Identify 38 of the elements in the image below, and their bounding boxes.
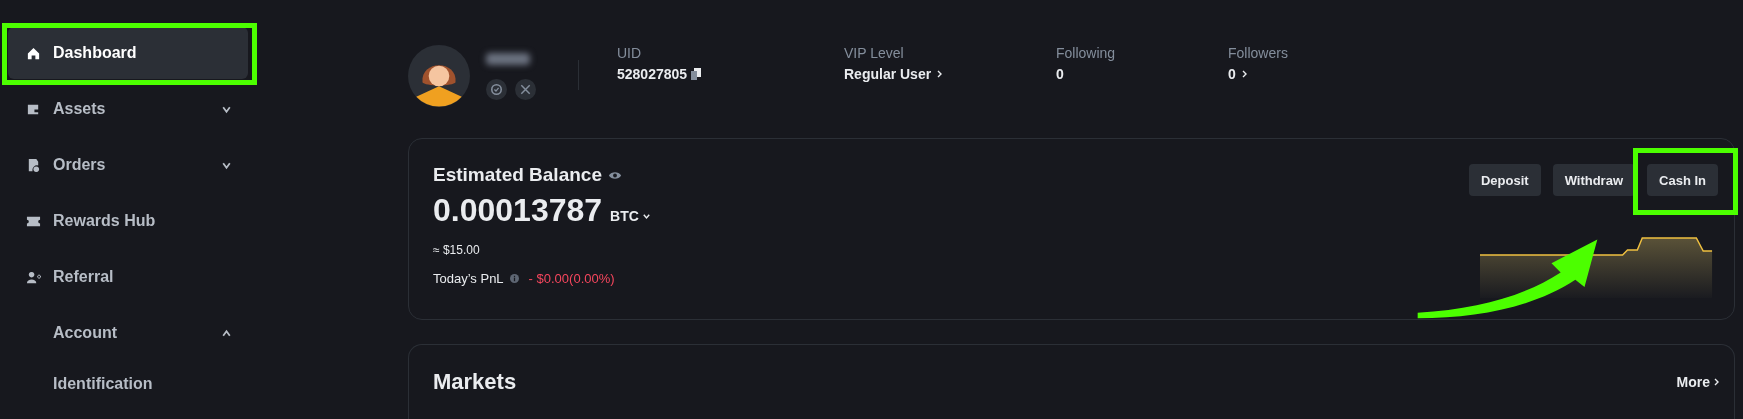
eye-icon[interactable] — [607, 170, 622, 180]
avatar-icon — [408, 45, 470, 107]
stat-label: VIP Level — [844, 45, 905, 61]
stat-label: Followers — [1228, 45, 1288, 61]
sidebar-item[interactable]: Rewards Hub — [8, 195, 248, 247]
action-button[interactable]: Withdraw — [1552, 164, 1636, 197]
sidebar-item[interactable]: Orders — [8, 139, 248, 191]
sidebar-subitem[interactable]: Identification — [8, 363, 248, 405]
balance-title: Estimated Balance — [433, 164, 602, 187]
action-button[interactable]: Deposit — [1468, 164, 1541, 197]
sidebar-item[interactable]: Assets — [8, 83, 248, 135]
sidebar-item[interactable]: Dashboard — [8, 27, 248, 79]
user-plus-icon — [26, 269, 41, 285]
home-icon — [26, 45, 41, 61]
more-link[interactable]: More — [1676, 373, 1722, 390]
copy-icon[interactable] — [691, 68, 702, 80]
pnl-label: Today’s PnL — [433, 271, 504, 287]
currency-selector[interactable]: BTC — [610, 208, 639, 225]
markets-title: Markets — [433, 368, 517, 395]
fiat-value: ≈ $15.00 — [433, 243, 481, 258]
stat-value: 0 — [1056, 66, 1064, 82]
document-clock-icon — [26, 157, 41, 173]
chevron-up-icon — [221, 327, 232, 339]
pnl-value: - $0.00(0.00%) — [528, 271, 615, 287]
balance-amount: 0.00013787 — [433, 192, 603, 230]
info-icon[interactable] — [509, 274, 519, 284]
blurred-name — [486, 53, 530, 65]
stat-value: 528027805 — [617, 66, 688, 82]
action-button[interactable]: Cash In — [1647, 164, 1718, 197]
stat-label: Following — [1056, 45, 1117, 61]
badge-icon[interactable] — [486, 79, 507, 100]
stat-value[interactable]: Regular User — [844, 66, 932, 82]
chevron-down-icon[interactable] — [641, 212, 651, 222]
stat-label: UID — [617, 45, 643, 61]
sidebar-item[interactable]: Account — [8, 307, 248, 359]
sidebar-item[interactable]: Referral — [8, 251, 248, 303]
stat-value[interactable]: 0 — [1228, 66, 1236, 82]
x-icon[interactable] — [515, 79, 536, 100]
